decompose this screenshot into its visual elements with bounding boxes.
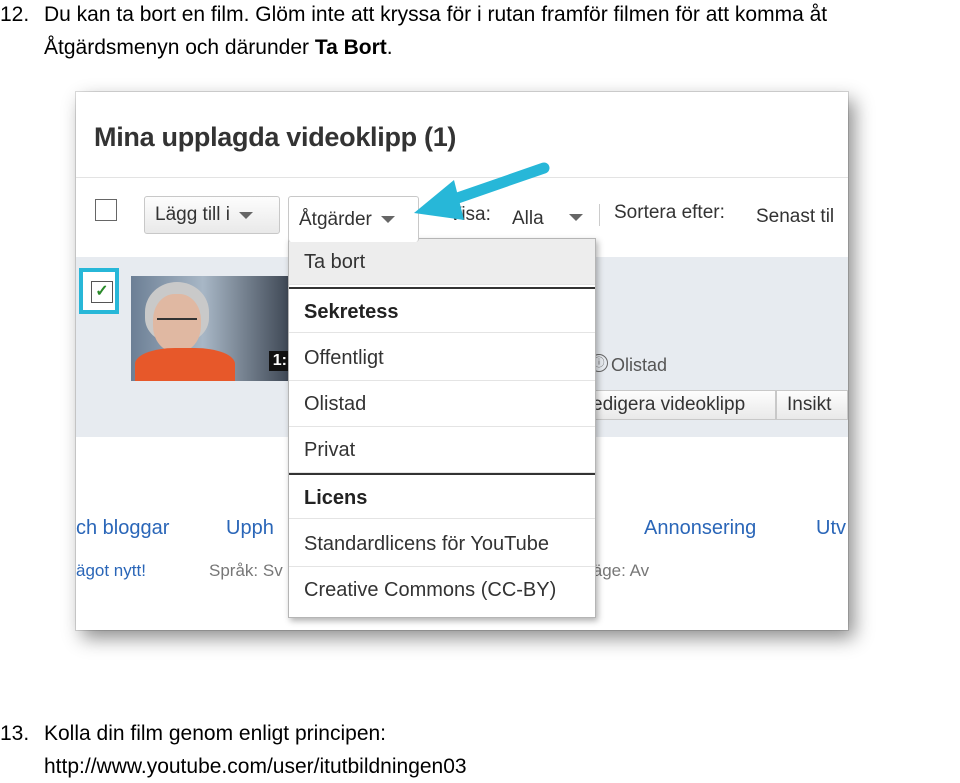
menu-header-license: Licens bbox=[289, 473, 595, 519]
step-13-number: 13. bbox=[0, 722, 30, 745]
menu-item-creative-commons[interactable]: Creative Commons (CC-BY) bbox=[289, 567, 595, 613]
menu-item-delete[interactable]: Ta bort bbox=[289, 239, 595, 285]
menu-item-private[interactable]: Privat bbox=[289, 427, 595, 473]
step-13-text: Kolla din film genom enligt principen: bbox=[44, 722, 387, 745]
mode-setting[interactable]: läge: Av bbox=[589, 561, 649, 581]
step-12-number: 12. bbox=[0, 3, 30, 26]
sort-label: Sortera efter: bbox=[614, 202, 725, 223]
footer-link[interactable]: Utv bbox=[816, 517, 846, 540]
language-setting[interactable]: Språk: Sv bbox=[209, 561, 283, 581]
thumbnail-shirt bbox=[135, 348, 235, 381]
menu-header-privacy: Sekretess bbox=[289, 287, 595, 333]
actions-label: Åtgärder bbox=[299, 208, 372, 230]
step-12-line: 12. Du kan ta bort en film. Glöm inte att… bbox=[0, 0, 827, 30]
edit-video-button[interactable]: edigera videoklipp bbox=[581, 390, 776, 420]
callout-arrow-icon bbox=[414, 162, 550, 220]
chevron-down-icon bbox=[239, 211, 253, 219]
step-12-text: Du kan ta bort en film. Glöm inte att kr… bbox=[44, 3, 828, 26]
channel-url[interactable]: http://www.youtube.com/user/itutbildning… bbox=[44, 752, 467, 782]
select-all-checkbox[interactable] bbox=[95, 199, 117, 221]
thumbnail-glasses bbox=[157, 318, 197, 328]
menu-item-unlisted[interactable]: Olistad bbox=[289, 381, 595, 427]
step-12-bold-text: Ta Bort bbox=[314, 36, 387, 59]
menu-item-public[interactable]: Offentligt bbox=[289, 335, 595, 381]
insight-button[interactable]: Insikt bbox=[776, 390, 848, 420]
step-12-continuation: Åtgärdsmenyn och därunder Ta Bort. bbox=[44, 33, 393, 63]
footer-link[interactable]: Upph bbox=[226, 517, 274, 540]
footer-link[interactable]: Annonsering bbox=[644, 517, 756, 540]
footer-small-link[interactable]: ägot nytt! bbox=[76, 561, 146, 581]
video-checkbox-highlight: ✓ bbox=[79, 268, 119, 314]
chevron-down-icon bbox=[569, 214, 583, 221]
step-13-line: 13. Kolla din film genom enligt principen… bbox=[0, 719, 386, 749]
actions-button[interactable]: Åtgärder bbox=[288, 196, 419, 242]
menu-item-standard-license[interactable]: Standardlicens för YouTube bbox=[289, 521, 595, 567]
embedded-screenshot: Mina upplagda videoklipp (1) Lägg till i… bbox=[76, 92, 848, 630]
add-to-button[interactable]: Lägg till i bbox=[144, 196, 280, 234]
toolbar-separator bbox=[599, 204, 600, 226]
chevron-down-icon bbox=[380, 216, 395, 223]
footer-link[interactable]: ch bloggar bbox=[76, 517, 169, 540]
step-12-period: . bbox=[386, 36, 393, 59]
video-thumbnail[interactable]: 1: bbox=[131, 276, 291, 381]
step-12-line2-text: Åtgärdsmenyn och därunder bbox=[44, 36, 315, 59]
page-title: Mina upplagda videoklipp (1) bbox=[94, 122, 457, 152]
add-to-label: Lägg till i bbox=[155, 204, 230, 225]
video-checkbox[interactable]: ✓ bbox=[91, 281, 113, 303]
actions-menu: Ta bort Sekretess Offentligt Olistad Pri… bbox=[288, 238, 596, 618]
privacy-status: Olistad bbox=[611, 355, 668, 375]
sort-dropdown[interactable]: Senast til bbox=[756, 206, 834, 228]
